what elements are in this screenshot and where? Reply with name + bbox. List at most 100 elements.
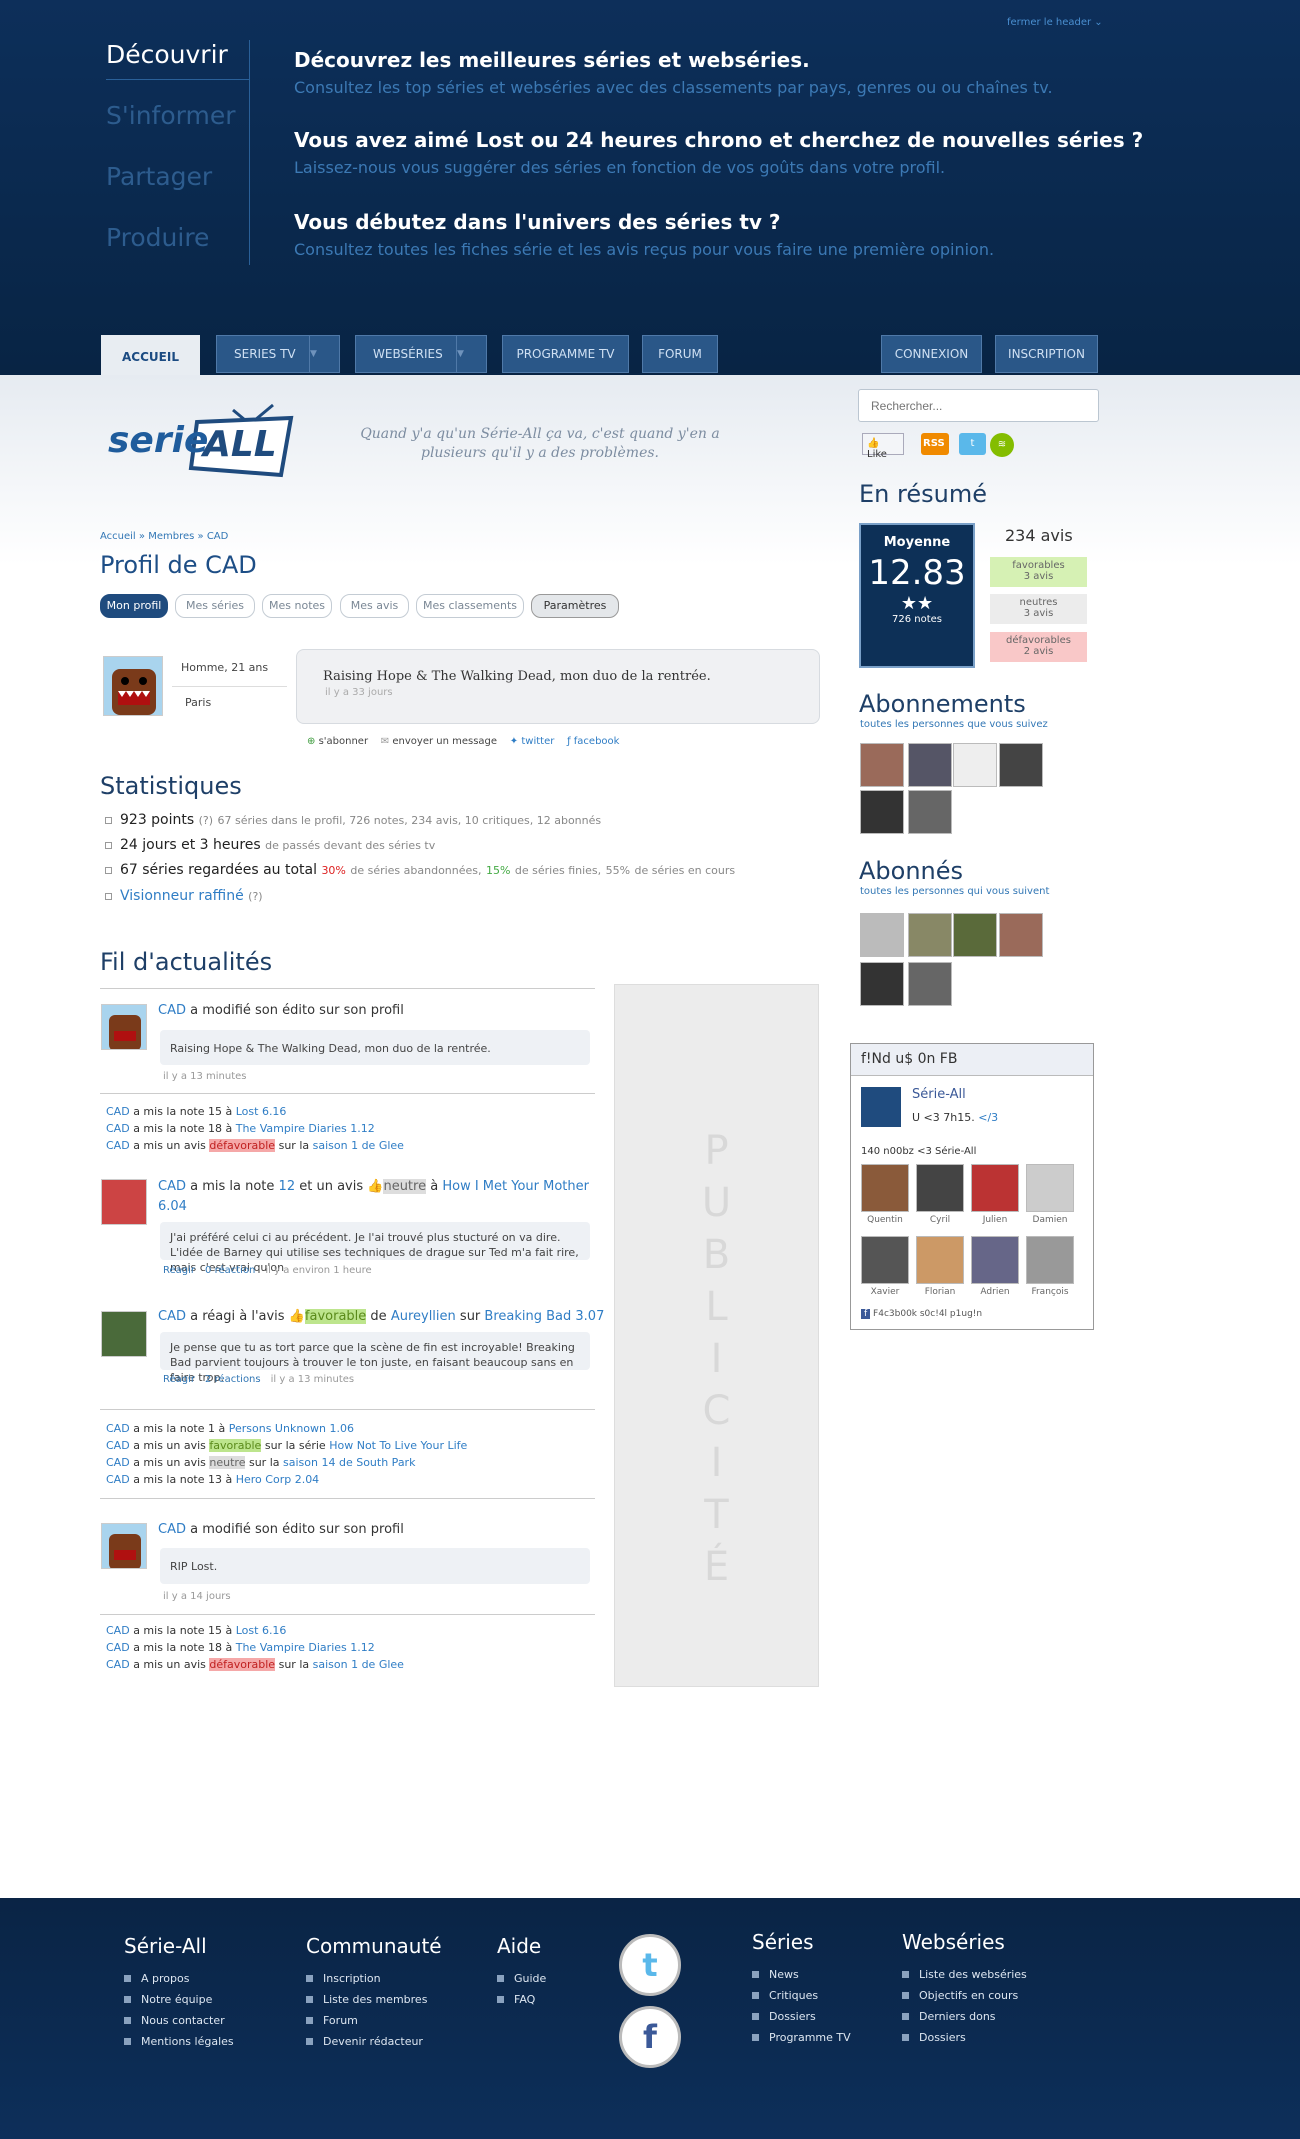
avatar[interactable] (908, 962, 952, 1006)
fb-page-name[interactable]: Série-All (912, 1087, 966, 1102)
footer-link[interactable]: Critiques (752, 1989, 851, 2002)
reply-link[interactable]: Réagir (163, 1374, 195, 1385)
reply-link[interactable]: Réagir (163, 1265, 195, 1276)
footer-link[interactable]: Nous contacter (124, 2014, 234, 2027)
message-link[interactable]: envoyer un message (392, 736, 497, 747)
avatar[interactable] (908, 790, 952, 834)
tab-parametres[interactable]: Paramètres (531, 594, 619, 618)
search-input[interactable] (858, 389, 1099, 422)
footer-link[interactable]: A propos (124, 1972, 234, 1985)
nav-partager[interactable]: Partager (106, 162, 249, 223)
tab-programme[interactable]: PROGRAMME TV (502, 335, 629, 373)
avatar[interactable] (1026, 1164, 1074, 1212)
user-link[interactable]: CAD (106, 1624, 130, 1637)
reactions-link[interactable]: 0 réaction (205, 1265, 255, 1276)
nav-produire[interactable]: Produire (106, 223, 249, 284)
footer-link[interactable]: Guide (497, 1972, 546, 1985)
logo[interactable]: serie ALL (105, 400, 295, 485)
feed-avatar[interactable] (101, 1179, 147, 1225)
tag-link[interactable]: </3 (978, 1111, 998, 1124)
subscribe-link[interactable]: s'abonner (319, 736, 369, 747)
avatar[interactable] (971, 1236, 1019, 1284)
avatar[interactable] (860, 743, 904, 787)
spotify-icon[interactable]: ≋ (990, 433, 1014, 457)
footer-link[interactable]: News (752, 1968, 851, 1981)
footer-link[interactable]: Derniers dons (902, 2010, 1027, 2023)
avatar[interactable] (953, 913, 997, 957)
tab-forum[interactable]: FORUM (642, 335, 718, 373)
badge-label[interactable]: Visionneur raffiné (120, 888, 244, 904)
footer-link[interactable]: Liste des webséries (902, 1968, 1027, 1981)
show-link[interactable]: saison 14 de South Park (283, 1456, 415, 1469)
avatar[interactable] (861, 1236, 909, 1284)
user-link[interactable]: CAD (106, 1439, 130, 1452)
breadcrumb-accueil[interactable]: Accueil (100, 531, 136, 542)
breadcrumb-cad[interactable]: CAD (207, 531, 229, 542)
avatar[interactable] (908, 913, 952, 957)
rss-icon[interactable]: RSS (921, 433, 949, 455)
close-header-link[interactable]: fermer le header ⌄ (1007, 17, 1103, 28)
footer-link[interactable]: Programme TV (752, 2031, 851, 2044)
tab-webseries[interactable]: WEBSÉRIES ▼ (355, 335, 487, 373)
tab-series[interactable]: SERIES TV ▼ (216, 335, 340, 373)
chevron-down-icon[interactable]: ▼ (456, 336, 486, 372)
footer-link[interactable]: Dossiers (902, 2031, 1027, 2044)
show-link[interactable]: Hero Corp 2.04 (236, 1473, 319, 1486)
twitter-icon[interactable]: t (619, 1934, 681, 1996)
user-link[interactable]: CAD (106, 1456, 130, 1469)
avatar[interactable] (1026, 1236, 1074, 1284)
footer-link[interactable]: Inscription (306, 1972, 442, 1985)
avatar[interactable] (971, 1164, 1019, 1212)
twitter-icon[interactable]: t (959, 433, 986, 455)
footer-link[interactable]: Forum (306, 2014, 442, 2027)
avatar[interactable] (103, 656, 163, 716)
facebook-link[interactable]: facebook (574, 736, 620, 747)
tab-mes-series[interactable]: Mes séries (175, 594, 255, 618)
avatar[interactable] (860, 913, 904, 957)
show-link[interactable]: The Vampire Diaries 1.12 (236, 1122, 375, 1135)
nav-decouvrir[interactable]: Découvrir (106, 40, 249, 101)
user-link[interactable]: CAD (158, 1309, 186, 1324)
avatar[interactable] (953, 743, 997, 787)
breadcrumb-membres[interactable]: Membres (148, 531, 194, 542)
show-link[interactable]: How Not To Live Your Life (329, 1439, 467, 1452)
tab-mes-avis[interactable]: Mes avis (340, 594, 409, 618)
user-link[interactable]: CAD (106, 1139, 130, 1152)
footer-link[interactable]: Devenir rédacteur (306, 2035, 442, 2048)
avatar[interactable] (860, 962, 904, 1006)
show-link[interactable]: saison 1 de Glee (313, 1658, 404, 1671)
show-link[interactable]: The Vampire Diaries 1.12 (236, 1641, 375, 1654)
tile-favorables[interactable]: favorables 3 avis (990, 557, 1087, 587)
tab-connexion[interactable]: CONNEXION (881, 335, 982, 373)
footer-link[interactable]: Mentions légales (124, 2035, 234, 2048)
user-link[interactable]: Aureyllien (391, 1309, 456, 1324)
tab-inscription[interactable]: INSCRIPTION (995, 335, 1098, 373)
avatar[interactable] (916, 1236, 964, 1284)
user-link[interactable]: CAD (106, 1658, 130, 1671)
abonnes-sub[interactable]: toutes les personnes qui vous suivent (860, 886, 1049, 897)
user-link[interactable]: CAD (106, 1641, 130, 1654)
avatar[interactable] (860, 790, 904, 834)
chevron-down-icon[interactable]: ▼ (309, 336, 339, 372)
avatar[interactable] (999, 743, 1043, 787)
footer-link[interactable]: Notre équipe (124, 1993, 234, 2006)
user-link[interactable]: CAD (158, 1179, 186, 1194)
show-link[interactable]: Lost 6.16 (236, 1105, 287, 1118)
footer-link[interactable]: FAQ (497, 1993, 546, 2006)
user-link[interactable]: CAD (106, 1473, 130, 1486)
show-link[interactable]: saison 1 de Glee (313, 1139, 404, 1152)
user-link[interactable]: CAD (106, 1105, 130, 1118)
user-link[interactable]: CAD (158, 1003, 186, 1018)
tab-mon-profil[interactable]: Mon profil (100, 594, 168, 618)
feed-avatar[interactable] (101, 1004, 147, 1050)
help-link[interactable]: (?) (248, 890, 262, 903)
tab-mes-notes[interactable]: Mes notes (262, 594, 332, 618)
avatar[interactable] (908, 743, 952, 787)
twitter-link[interactable]: twitter (521, 736, 554, 747)
footer-link[interactable]: Dossiers (752, 2010, 851, 2023)
help-link[interactable]: (?) (199, 814, 213, 827)
like-button[interactable]: 👍Like (862, 433, 904, 460)
show-link[interactable]: Persons Unknown 1.06 (229, 1422, 354, 1435)
user-link[interactable]: CAD (106, 1422, 130, 1435)
tile-neutres[interactable]: neutres 3 avis (990, 594, 1087, 624)
